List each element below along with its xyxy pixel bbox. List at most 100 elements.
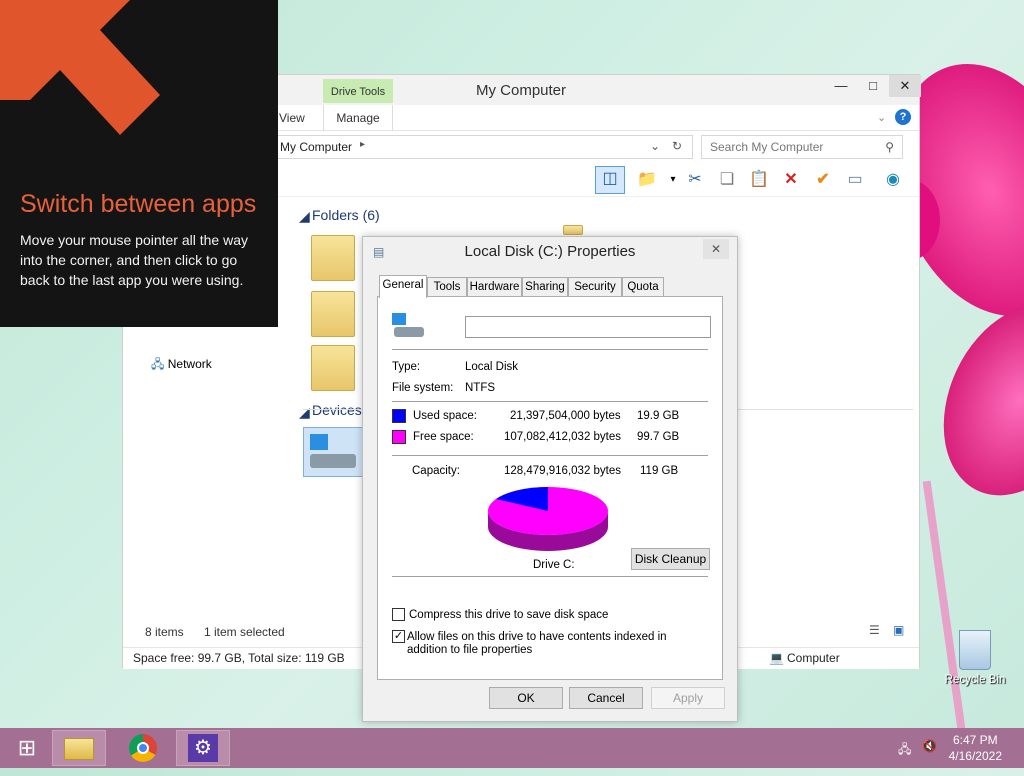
network-icon[interactable]: 🖧 (898, 740, 911, 761)
apply-button[interactable]: Apply (651, 687, 725, 709)
close-icon[interactable]: ✕ (703, 239, 729, 259)
windows-logo-icon (310, 434, 328, 450)
search-input[interactable]: Search My Computer ⚲ (701, 135, 903, 159)
tip-body: Move your mouse pointer all the way into… (20, 232, 248, 288)
tip-title: Switch between apps (20, 190, 257, 218)
used-space-swatch (392, 409, 406, 423)
folder-item[interactable] (311, 235, 355, 281)
selection-count: 1 item selected (204, 625, 285, 639)
chevron-right-icon[interactable]: ▸ (360, 139, 365, 150)
index-label: Allow files on this drive to have conten… (407, 631, 667, 656)
capacity-bytes: 128,479,916,032 bytes (504, 465, 622, 477)
taskbar: ⊞ ⚙ 🖧 🔇 6:47 PM 4/16/2022 (0, 728, 1024, 768)
computer-icon: 💻 (769, 651, 784, 665)
space-info: Space free: 99.7 GB, Total size: 119 GB (133, 651, 345, 665)
devices-chevron-icon[interactable]: ◢ (299, 404, 310, 421)
settings-icon[interactable]: ⚙ (176, 730, 230, 766)
tab-tools[interactable]: Tools (427, 277, 467, 297)
drive-icon (310, 454, 356, 468)
tab-general[interactable]: General (379, 275, 427, 298)
type-label: Type: (392, 361, 421, 373)
general-panel: Type: Local Disk File system: NTFS Used … (377, 296, 723, 680)
divider (392, 576, 708, 577)
help-icon[interactable]: ? (895, 109, 911, 125)
sidebar-item-label: Network (167, 357, 212, 371)
item-count: 8 items (145, 625, 184, 639)
navigation-pane: 🖧 Network (131, 335, 281, 645)
compress-checkbox[interactable] (392, 608, 405, 621)
free-space-gb: 99.7 GB (637, 431, 680, 443)
folders-header: Folders (6) (312, 207, 380, 223)
file-system-label: File system: (392, 382, 454, 394)
corner-arrow-icon (0, 0, 160, 135)
used-space-gb: 19.9 GB (637, 410, 680, 422)
chevron-down-icon[interactable]: ▾ (661, 168, 685, 192)
volume-muted-icon[interactable]: 🔇 (922, 739, 937, 753)
tab-hardware[interactable]: Hardware (467, 277, 522, 297)
free-space-label: Free space: (413, 431, 474, 443)
properties-icon[interactable]: 📁 (635, 168, 659, 192)
folders-chevron-icon[interactable]: ◢ (299, 208, 310, 225)
drive-label: Drive C: (533, 559, 575, 571)
rename-icon[interactable]: ▭ (843, 168, 867, 192)
delete-icon[interactable]: ✕ (779, 168, 803, 192)
free-space-swatch (392, 430, 406, 444)
dialog-title: Local Disk (C:) Properties (464, 243, 636, 260)
sidebar-item-network[interactable]: 🖧 Network (151, 355, 212, 376)
minimize-icon[interactable]: — (825, 75, 857, 97)
tab-view[interactable]: View (279, 111, 305, 125)
address-text: My Computer (280, 140, 353, 154)
free-space-bytes: 107,082,412,032 bytes (504, 431, 622, 443)
devices-header: Devices (312, 402, 362, 418)
shell-icon[interactable]: ◉ (881, 168, 905, 192)
chevron-down-icon[interactable]: ⌄ (877, 111, 886, 124)
index-checkbox[interactable]: ✓ (392, 630, 405, 643)
recycle-bin-label: Recycle Bin (944, 674, 1006, 686)
cut-icon[interactable]: ✂ (683, 168, 707, 192)
copy-icon[interactable]: ❏ (715, 168, 739, 192)
disk-usage-pie-chart (488, 487, 608, 551)
maximize-icon[interactable]: □ (857, 75, 889, 97)
divider (392, 455, 708, 456)
cancel-button[interactable]: Cancel (569, 687, 643, 709)
large-icons-view-icon[interactable]: ▣ (893, 623, 904, 637)
local-disk-item[interactable] (303, 427, 363, 477)
start-icon[interactable]: ⊞ (0, 730, 54, 766)
capacity-gb: 119 GB (640, 465, 679, 477)
time: 6:47 PM (952, 733, 998, 747)
recycle-bin-icon (959, 630, 991, 670)
computer-label: Computer (787, 651, 840, 665)
refresh-icon[interactable]: ↻ (672, 139, 682, 153)
chevron-down-icon[interactable]: ⌄ (650, 139, 660, 153)
preview-pane-icon[interactable]: ◫ (595, 166, 625, 194)
switch-apps-tip: Switch between apps Move your mouse poin… (0, 0, 278, 327)
drive-icon (392, 313, 426, 341)
recycle-bin[interactable]: Recycle Bin (944, 630, 1006, 686)
properties-dialog: ▤ Local Disk (C:) Properties ✕ General T… (362, 236, 738, 722)
details-view-icon[interactable]: ☰ (869, 623, 880, 637)
tab-security[interactable]: Security (568, 277, 622, 297)
tab-quota[interactable]: Quota (622, 277, 664, 297)
drive-name-input[interactable] (465, 316, 711, 338)
compress-label: Compress this drive to save disk space (409, 609, 609, 621)
ok-button[interactable]: OK (489, 687, 563, 709)
folder-item[interactable] (311, 291, 355, 337)
file-system-value: NTFS (465, 382, 496, 394)
paste-icon[interactable]: 📋 (747, 168, 771, 192)
folder-item[interactable] (563, 225, 583, 235)
check-icon[interactable]: ✔ (811, 168, 835, 192)
used-space-label: Used space: (413, 410, 477, 422)
divider (392, 349, 708, 350)
file-explorer-icon[interactable] (52, 730, 106, 766)
search-icon: ⚲ (885, 140, 894, 154)
close-icon[interactable]: ✕ (889, 75, 921, 97)
search-placeholder: Search My Computer (710, 140, 824, 154)
tab-manage[interactable]: Manage (323, 105, 393, 131)
tab-sharing[interactable]: Sharing (522, 277, 568, 297)
disk-cleanup-button[interactable]: Disk Cleanup (631, 548, 710, 570)
folder-item[interactable] (311, 345, 355, 391)
network-icon: 🖧 (151, 357, 165, 371)
clock[interactable]: 6:47 PM 4/16/2022 (949, 732, 1002, 764)
used-space-bytes: 21,397,504,000 bytes (510, 410, 621, 422)
chrome-icon[interactable] (116, 730, 170, 766)
